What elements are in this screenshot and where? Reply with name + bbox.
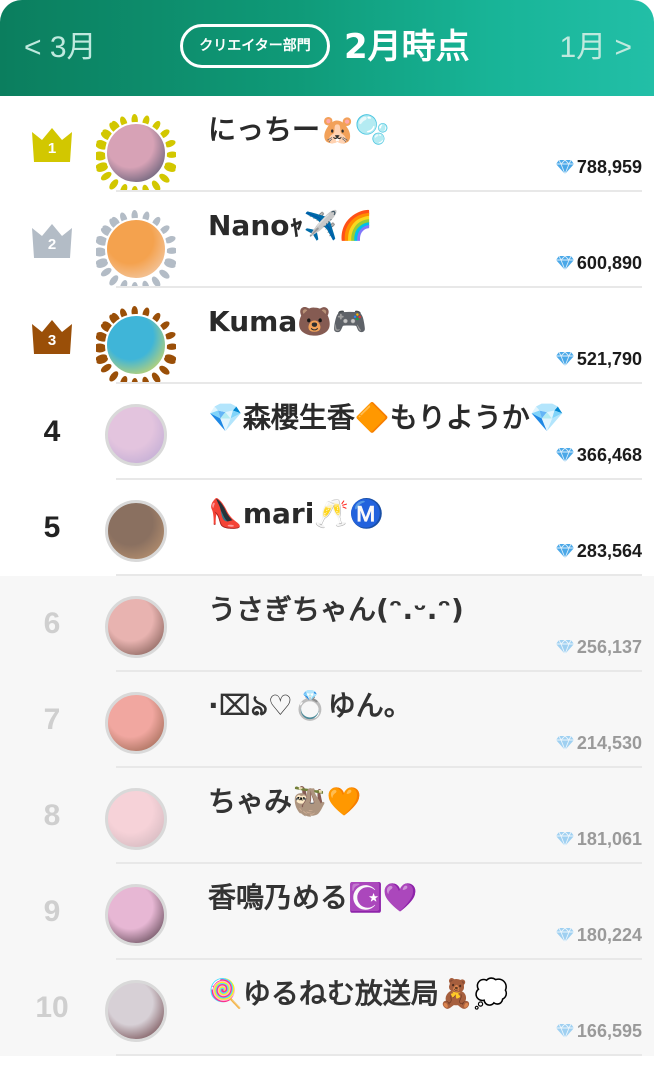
avatar-image	[105, 122, 167, 184]
avatar[interactable]	[96, 784, 176, 864]
score-number: 366,468	[576, 445, 642, 465]
avatar[interactable]	[96, 592, 176, 672]
avatar[interactable]	[96, 400, 176, 480]
ranking-row[interactable]: 5 👠mari🥂Ⓜ️ 283,564	[0, 480, 654, 576]
rank-number: 10	[35, 991, 69, 1024]
avatar[interactable]	[94, 208, 178, 294]
ranking-row[interactable]: 3 Kuma🐻🎮 521,790	[0, 288, 654, 390]
score-number: 600,890	[576, 253, 642, 273]
diamond-icon	[555, 252, 575, 272]
ranking-row[interactable]: 7 ·⌧ঌ♡💍ゆん。 214,530	[0, 672, 654, 768]
diamond-icon	[555, 636, 575, 656]
crown-icon: 3	[30, 316, 74, 356]
score-value: 166,595	[555, 1018, 642, 1044]
score-number: 214,530	[576, 733, 642, 753]
score-value: 283,564	[555, 538, 642, 564]
rank-number: 7	[43, 703, 61, 736]
rank-number: 2	[47, 236, 57, 253]
avatar[interactable]	[94, 304, 178, 390]
avatar-image	[105, 596, 167, 658]
avatar[interactable]	[96, 976, 176, 1056]
score-number: 256,137	[576, 637, 642, 657]
diamond-icon	[555, 1020, 575, 1040]
score-value: 181,061	[555, 826, 642, 852]
score-number: 180,224	[576, 925, 642, 945]
ranking-row[interactable]: 6 うさぎちゃん(ᵔ.ᵕ.ᵔ) 256,137	[0, 576, 654, 672]
score-number: 521,790	[576, 349, 642, 369]
creator-name: ·⌧ঌ♡💍ゆん。	[208, 689, 412, 722]
rank-number: 8	[43, 799, 61, 832]
rank-number: 3	[47, 332, 57, 349]
avatar-image	[105, 788, 167, 850]
ranking-row[interactable]: 9 香鳴乃める☪️💜 180,224	[0, 864, 654, 960]
ranking-list: 1 にっちー🐹🫧 788,959 2 Nanoｬ✈️🌈 600,890 3 Kuma🐻🎮 521…	[0, 96, 654, 1056]
diamond-icon	[555, 732, 575, 752]
rank-number: 9	[43, 895, 61, 928]
avatar-image	[105, 218, 167, 280]
ranking-row[interactable]: 2 Nanoｬ✈️🌈 600,890	[0, 192, 654, 294]
creator-name: 🍭ゆるねむ放送局🧸💭	[208, 977, 509, 1010]
creator-name: 香鳴乃める☪️💜	[208, 881, 418, 914]
avatar-image	[105, 404, 167, 466]
avatar-image	[105, 692, 167, 754]
creator-name: にっちー🐹🫧	[208, 113, 390, 146]
rank-number: 6	[43, 607, 61, 640]
ranking-row[interactable]: 10 🍭ゆるねむ放送局🧸💭 166,595	[0, 960, 654, 1056]
ranking-row[interactable]: 4 💎森櫻生香🔶もりようか💎 366,468	[0, 384, 654, 480]
avatar[interactable]	[94, 112, 178, 198]
crown-icon: 2	[30, 220, 74, 260]
creator-name: 💎森櫻生香🔶もりようか💎	[208, 401, 565, 434]
score-value: 366,468	[555, 442, 642, 468]
score-value: 521,790	[555, 346, 642, 372]
creator-name: うさぎちゃん(ᵔ.ᵕ.ᵔ)	[208, 593, 464, 626]
avatar-image	[105, 980, 167, 1042]
diamond-icon	[555, 540, 575, 560]
avatar-image	[105, 884, 167, 946]
prev-month-button[interactable]: < 3月	[24, 24, 97, 72]
ranking-row[interactable]: 8 ちゃみ🦥🧡 181,061	[0, 768, 654, 864]
diamond-icon	[555, 156, 575, 176]
score-value: 180,224	[555, 922, 642, 948]
score-number: 166,595	[576, 1021, 642, 1041]
score-value: 600,890	[555, 250, 642, 276]
diamond-icon	[555, 444, 575, 464]
creator-name: Nanoｬ✈️🌈	[208, 209, 374, 242]
next-month-button[interactable]: 1月 >	[559, 24, 632, 72]
ranking-header: < 3月 クリエイター部門 2月時点 1月 >	[0, 0, 654, 96]
avatar-image	[105, 500, 167, 562]
creator-name: ちゃみ🦥🧡	[208, 785, 362, 818]
diamond-icon	[555, 348, 575, 368]
ranking-card: < 3月 クリエイター部門 2月時点 1月 > 1 にっちー🐹🫧 788,959 2 N…	[0, 0, 654, 1088]
diamond-icon	[555, 924, 575, 944]
rank-number: 4	[43, 415, 61, 448]
crown-icon: 1	[30, 124, 74, 164]
row-divider	[116, 1054, 642, 1056]
score-number: 181,061	[576, 829, 642, 849]
creator-name: 👠mari🥂Ⓜ️	[208, 497, 385, 530]
score-number: 788,959	[576, 157, 642, 177]
ranking-row[interactable]: 1 にっちー🐹🫧 788,959	[0, 96, 654, 198]
score-value: 788,959	[555, 154, 642, 180]
page-title: 2月時点	[344, 27, 470, 67]
score-value: 214,530	[555, 730, 642, 756]
avatar-image	[105, 314, 167, 376]
creator-category-badge: クリエイター部門	[180, 24, 330, 68]
rank-number: 5	[43, 511, 61, 544]
creator-name: Kuma🐻🎮	[208, 305, 367, 338]
avatar[interactable]	[96, 688, 176, 768]
avatar[interactable]	[96, 880, 176, 960]
score-number: 283,564	[576, 541, 642, 561]
rank-number: 1	[47, 140, 57, 157]
diamond-icon	[555, 828, 575, 848]
score-value: 256,137	[555, 634, 642, 660]
avatar[interactable]	[96, 496, 176, 576]
